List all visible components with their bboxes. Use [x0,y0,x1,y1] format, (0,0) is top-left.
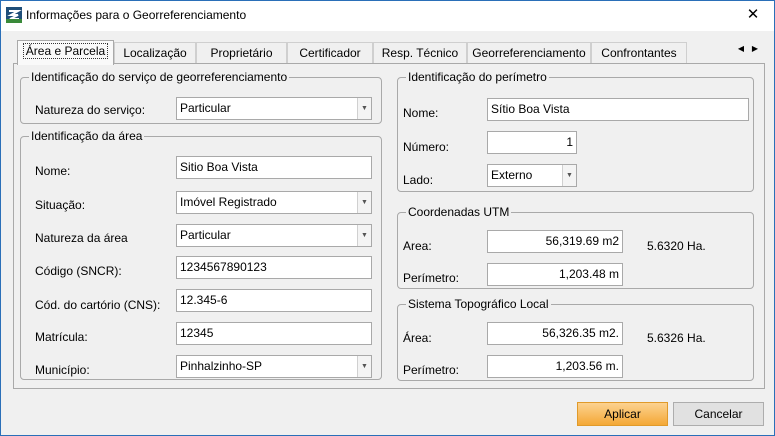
app-logo-icon [6,7,22,23]
municipio-select[interactable]: Pinhalzinho-SP ▼ [176,355,372,378]
tab-scroll-right-icon[interactable]: ▶ [749,42,761,56]
situacao-label: Situação: [35,198,86,212]
tab-georreferenciamento[interactable]: Georreferenciamento [467,42,591,64]
lado-label: Lado: [403,173,434,187]
title-bar: Informações para o Georreferenciamento ✕ [1,1,774,31]
perimetro-nome-label: Nome: [403,106,439,120]
group-utm: Coordenadas UTM Area: 56,319.69 m2 5.632… [397,205,754,289]
utm-perimetro-field[interactable]: 1,203.48 m [487,263,623,286]
apply-button[interactable]: Aplicar [577,402,668,426]
natureza-area-label: Natureza da área [35,231,128,245]
group-area-legend: Identificação da área [31,129,143,143]
tab-certificador[interactable]: Certificador [287,42,373,64]
cns-label: Cód. do cartório (CNS): [35,298,161,312]
group-stl-legend: Sistema Topográfico Local [408,297,549,311]
chevron-down-icon: ▼ [357,356,371,377]
close-icon[interactable]: ✕ [738,4,768,26]
area-nome-field[interactable]: Sitio Boa Vista [176,156,372,179]
tab-proprietario[interactable]: Proprietário [196,42,287,64]
municipio-value: Pinhalzinho-SP [180,359,263,373]
tab-strip: Área e Parcela Localização Proprietário … [15,40,761,65]
group-stl: Sistema Topográfico Local Área: 56,326.3… [397,297,754,381]
tab-confrontantes[interactable]: Confrontantes [591,42,687,64]
utm-perimetro-label: Perímetro: [403,271,460,285]
tab-label: Área e Parcela [22,43,109,59]
utm-area-field[interactable]: 56,319.69 m2 [487,230,623,253]
stl-area-hectares: 5.6326 Ha. [647,331,706,345]
group-perimetro: Identificação do perímetro Nome: Sítio B… [397,70,754,192]
chevron-down-icon: ▼ [357,225,371,246]
chevron-down-icon: ▼ [357,98,371,119]
group-servico-legend: Identificação do serviço de georreferenc… [31,70,288,84]
tab-scroll-left-icon[interactable]: ◀ [735,42,747,56]
stl-area-label: Área: [403,331,432,345]
numero-label: Número: [403,140,450,154]
tab-area-parcela[interactable]: Área e Parcela [17,40,114,65]
tab-localizacao[interactable]: Localização [114,42,196,64]
tab-panel-area-parcela: Identificação do serviço de georreferenc… [13,63,765,389]
utm-area-label: Area: [403,239,432,253]
situacao-value: Imóvel Registrado [180,195,277,209]
natureza-servico-label: Natureza do serviço: [35,103,146,117]
utm-area-hectares: 5.6320 Ha. [647,239,706,253]
matricula-field[interactable]: 12345 [176,322,372,345]
situacao-select[interactable]: Imóvel Registrado ▼ [176,191,372,214]
area-nome-label: Nome: [35,164,71,178]
natureza-servico-value: Particular [180,101,231,115]
numero-field[interactable]: 1 [487,131,577,154]
municipio-label: Município: [35,363,90,377]
stl-perimetro-label: Perímetro: [403,363,460,377]
natureza-area-select[interactable]: Particular ▼ [176,224,372,247]
codigo-sncr-field[interactable]: 1234567890123 [176,256,372,279]
group-servico: Identificação do serviço de georreferenc… [20,70,382,124]
matricula-label: Matrícula: [35,330,88,344]
dialog-window: Informações para o Georreferenciamento ✕… [0,0,775,436]
natureza-area-value: Particular [180,228,231,242]
perimetro-nome-field[interactable]: Sítio Boa Vista [487,98,749,121]
window-title: Informações para o Georreferenciamento [26,8,247,22]
chevron-down-icon: ▼ [357,192,371,213]
natureza-servico-select[interactable]: Particular ▼ [176,97,372,120]
stl-area-field[interactable]: 56,326.35 m2. [487,322,623,345]
codigo-sncr-label: Código (SNCR): [35,264,122,278]
lado-value: Externo [491,168,533,182]
chevron-down-icon: ▼ [562,165,576,186]
lado-select[interactable]: Externo ▼ [487,164,577,187]
group-utm-legend: Coordenadas UTM [408,205,510,219]
stl-perimetro-field[interactable]: 1,203.56 m. [487,355,623,378]
cns-field[interactable]: 12.345-6 [176,289,372,312]
group-perimetro-legend: Identificação do perímetro [408,70,547,84]
tab-resp-tecnico[interactable]: Resp. Técnico [373,42,467,64]
cancel-button[interactable]: Cancelar [673,402,764,426]
group-area: Identificação da área Nome: Sitio Boa Vi… [20,129,382,380]
